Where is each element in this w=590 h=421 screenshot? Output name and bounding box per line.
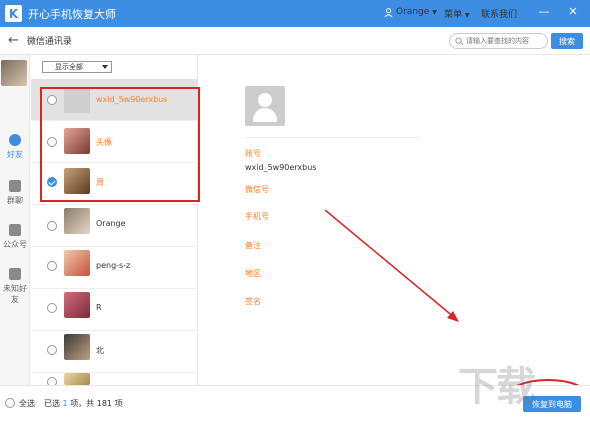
menu-dropdown[interactable]: 菜单 ▼ — [444, 7, 470, 20]
contact-name: Orange — [96, 219, 126, 228]
person-icon — [9, 134, 21, 146]
row-radio[interactable] — [47, 261, 57, 271]
nav-official[interactable]: 公众号 — [0, 224, 30, 250]
account-label: 账号 — [245, 149, 261, 158]
contact-row[interactable]: Orange — [31, 205, 198, 247]
grid-icon — [9, 224, 21, 236]
wechat-id-label: 微信号 — [245, 185, 269, 194]
app-logo: K — [5, 5, 22, 22]
unknown-person-icon — [9, 268, 21, 280]
signature-label: 签名 — [245, 297, 261, 306]
search-box — [449, 33, 548, 49]
avatar — [64, 334, 90, 360]
my-avatar — [1, 60, 27, 86]
detail-avatar — [245, 86, 285, 126]
nav-label: 好友 — [7, 150, 23, 159]
avatar — [64, 250, 90, 276]
select-all-radio[interactable] — [5, 398, 15, 408]
username: Orange — [396, 7, 430, 17]
watermark: 下载 — [454, 352, 589, 412]
chevron-down-icon: ▼ — [464, 12, 470, 19]
row-radio[interactable] — [47, 377, 57, 385]
chevron-down-icon — [102, 65, 108, 69]
row-radio[interactable] — [47, 303, 57, 313]
page-title: 微信通讯录 — [26, 37, 72, 47]
contact-row[interactable]: R — [31, 289, 198, 331]
contact-us-link[interactable]: 联系我们 — [481, 7, 517, 20]
contact-name: peng-s-z — [96, 261, 131, 270]
nav-unknown[interactable]: 未知好友 — [0, 268, 30, 305]
search-input[interactable] — [466, 37, 546, 45]
count-prefix: 已选 — [44, 399, 60, 408]
close-button[interactable]: ✕ — [566, 4, 580, 20]
selection-count: 已选 1 项，共 181 项 — [44, 398, 123, 409]
highlight-annotation-box — [40, 87, 200, 202]
back-arrow-icon[interactable]: ← — [8, 33, 19, 48]
minimize-button[interactable]: — — [537, 4, 551, 20]
phone-label: 手机号 — [245, 212, 269, 221]
nav-label: 群聊 — [7, 196, 23, 205]
nav-label: 公众号 — [3, 240, 27, 249]
contact-row[interactable]: peng-s-z — [31, 247, 198, 289]
avatar — [64, 292, 90, 318]
user-icon — [384, 7, 393, 17]
nav-friends[interactable]: 好友 — [0, 134, 30, 160]
contact-name: 北 — [96, 346, 104, 355]
app-title: 开心手机恢复大师 — [28, 7, 116, 21]
contact-name: R — [96, 303, 102, 312]
divider — [245, 137, 420, 138]
row-radio[interactable] — [47, 345, 57, 355]
filter-dropdown[interactable]: 显示全部 — [42, 61, 112, 73]
contact-row[interactable] — [31, 373, 198, 385]
user-menu[interactable]: Orange ▼ — [384, 7, 437, 17]
avatar — [64, 373, 90, 385]
menu-label: 菜单 — [444, 10, 463, 20]
avatar — [64, 208, 90, 234]
group-icon — [9, 180, 21, 192]
note-label: 备注 — [245, 241, 261, 250]
selected-count: 1 — [62, 399, 68, 408]
nav-groups[interactable]: 群聊 — [0, 180, 30, 206]
count-suffix: 项 — [114, 399, 123, 408]
search-button[interactable]: 搜索 — [551, 33, 583, 49]
filter-label: 显示全部 — [55, 63, 83, 71]
total-count: 181 — [96, 399, 113, 408]
nav-label: 未知好友 — [3, 284, 27, 304]
left-nav — [0, 55, 30, 385]
region-label: 地区 — [245, 269, 261, 278]
select-all-label[interactable]: 全选 — [19, 398, 35, 409]
svg-text:下载: 下载 — [458, 363, 536, 410]
row-radio[interactable] — [47, 221, 57, 231]
contact-row[interactable]: 北 — [31, 331, 198, 373]
search-icon — [455, 36, 464, 45]
account-value: wxid_5w90erxbus — [245, 163, 317, 172]
chevron-down-icon: ▼ — [432, 8, 437, 16]
count-mid: 项，共 — [70, 399, 95, 408]
